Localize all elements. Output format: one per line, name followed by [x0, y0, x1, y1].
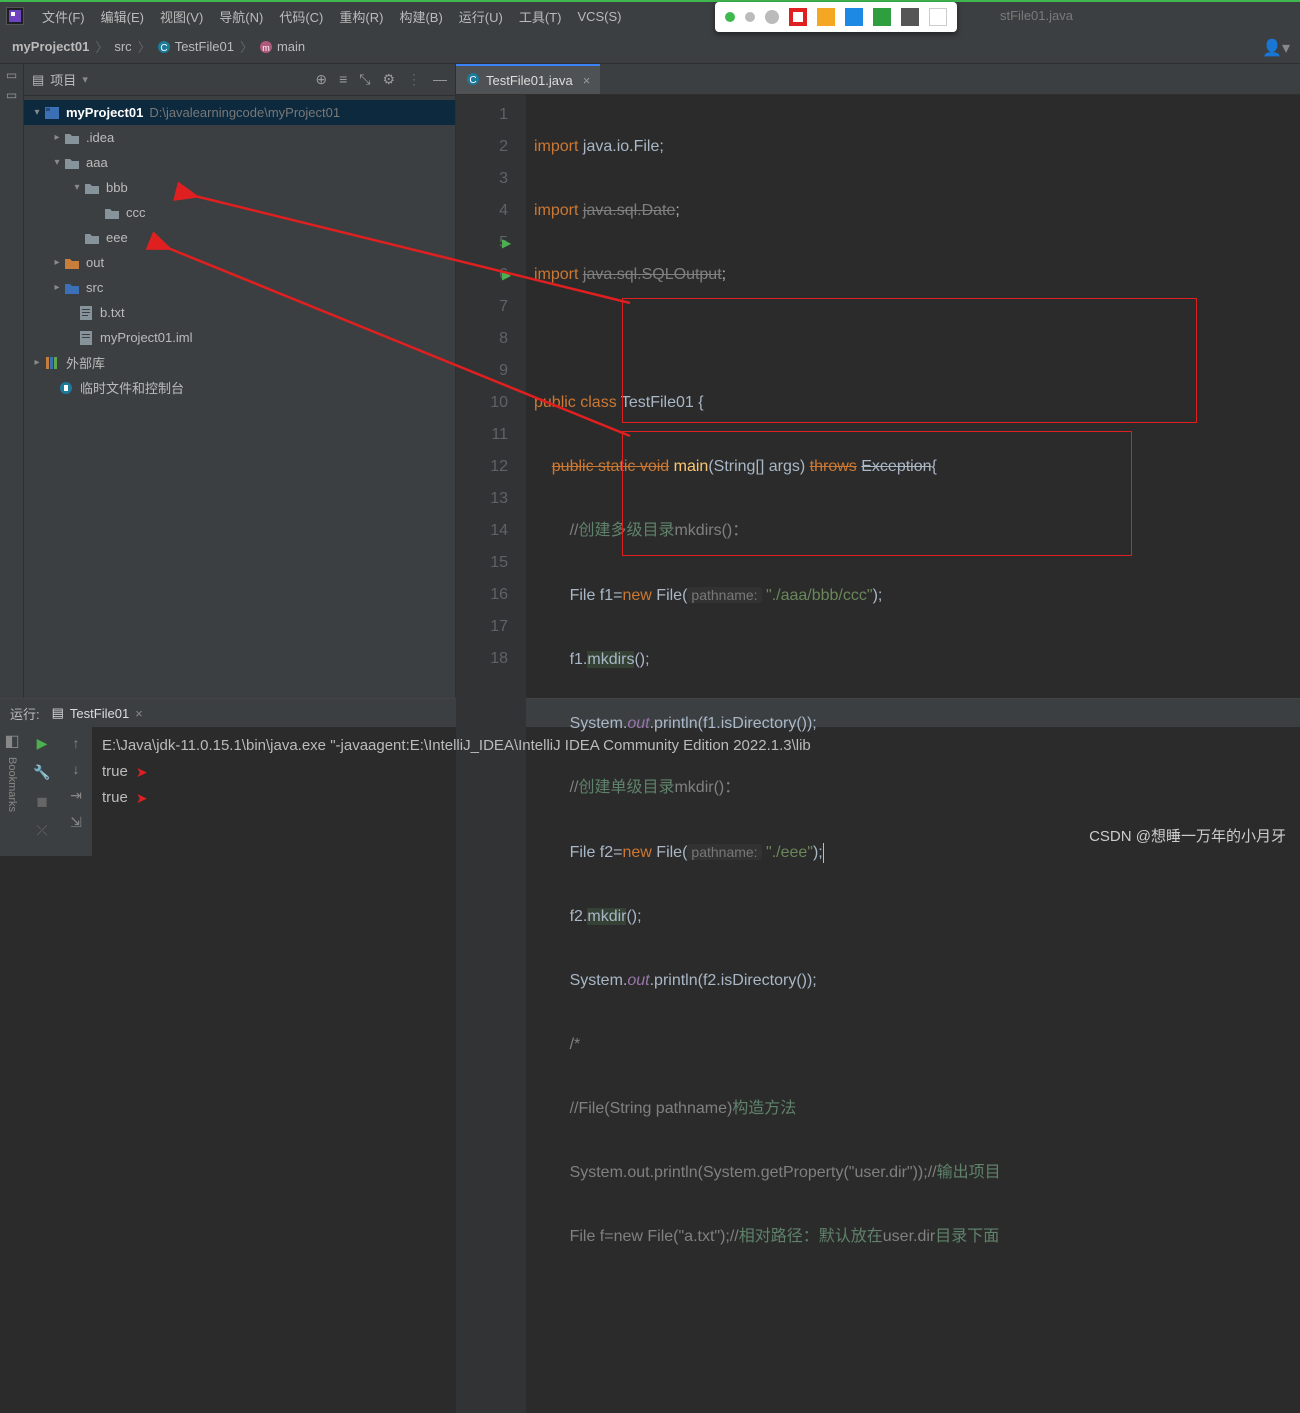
- project-title[interactable]: ▤ 项目 ▾: [32, 70, 315, 89]
- tree-bbb[interactable]: ▾bbb: [24, 175, 455, 200]
- folder-icon: [84, 180, 100, 196]
- annotation-arrow-icon: ➤: [136, 785, 148, 811]
- tree-extlib[interactable]: ▸外部库: [24, 350, 455, 375]
- rerun-icon[interactable]: ▶: [37, 735, 48, 752]
- folder-icon: [64, 130, 80, 146]
- run-label: 运行:: [10, 704, 40, 723]
- dropdown-icon[interactable]: ▾: [82, 73, 88, 86]
- main-menu-bar: 文件(F) 编辑(E) 视图(V) 导航(N) 代码(C) 重构(R) 构建(B…: [0, 0, 1300, 30]
- menu-code[interactable]: 代码(C): [271, 7, 331, 26]
- close-icon[interactable]: ×: [583, 73, 591, 88]
- project-tree[interactable]: ▾ myProject01D:\javalearningcode\myProje…: [24, 96, 455, 698]
- tree-ccc[interactable]: ccc: [24, 200, 455, 225]
- menu-view[interactable]: 视图(V): [152, 7, 211, 26]
- menu-refactor[interactable]: 重构(R): [331, 7, 391, 26]
- svg-text:m: m: [262, 43, 270, 53]
- run-gutter-icon[interactable]: ▶: [502, 227, 511, 259]
- tree-eee[interactable]: eee: [24, 225, 455, 250]
- app-logo-icon: [6, 7, 24, 25]
- expand-icon[interactable]: ≡: [339, 71, 347, 88]
- tree-iml[interactable]: myProject01.iml: [24, 325, 455, 350]
- annotation-toolbar[interactable]: [715, 2, 957, 32]
- module-icon: [44, 105, 60, 121]
- palette-dot-gray1[interactable]: [745, 12, 755, 22]
- up-icon[interactable]: ↑: [73, 735, 80, 751]
- lib-icon: [44, 355, 60, 371]
- exit-icon[interactable]: ⤫: [36, 822, 47, 839]
- menu-vcs[interactable]: VCS(S): [569, 9, 629, 24]
- palette-sq-red[interactable]: [789, 8, 807, 26]
- method-icon: m: [259, 40, 273, 54]
- watermark: CSDN @想睡一万年的小月牙: [1089, 824, 1286, 850]
- user-icon[interactable]: 👤▾: [1262, 38, 1290, 58]
- menu-tools[interactable]: 工具(T): [511, 7, 570, 26]
- run-gutter-icon[interactable]: ▶: [502, 259, 511, 291]
- close-icon[interactable]: ×: [135, 706, 143, 721]
- tree-root[interactable]: ▾ myProject01D:\javalearningcode\myProje…: [24, 100, 455, 125]
- class-icon: C: [466, 72, 480, 89]
- file-icon: [78, 305, 94, 321]
- breadcrumb-class[interactable]: CTestFile01: [157, 39, 234, 54]
- file-icon: [78, 330, 94, 346]
- tree-idea[interactable]: ▸.idea: [24, 125, 455, 150]
- folder-icon: [84, 230, 100, 246]
- left-tool-strip-bottom: ◧ Bookmarks: [0, 727, 24, 856]
- run-tab[interactable]: ▤ TestFile01 ×: [52, 705, 143, 721]
- folder-icon: [64, 155, 80, 171]
- breadcrumb-method[interactable]: mmain: [259, 39, 305, 54]
- background-tab-text: stFile01.java: [1000, 8, 1073, 23]
- collapse-icon[interactable]: ⤡: [359, 71, 370, 88]
- breadcrumb: myProject01 〉 src 〉 CTestFile01 〉 mmain: [0, 30, 1300, 64]
- tree-out[interactable]: ▸out: [24, 250, 455, 275]
- bookmark-icon[interactable]: ◧: [4, 731, 19, 751]
- project-view-icon: ▤: [32, 72, 44, 88]
- svg-text:C: C: [160, 43, 167, 54]
- menu-file[interactable]: 文件(F): [34, 7, 93, 26]
- tree-src[interactable]: ▸src: [24, 275, 455, 300]
- tree-aaa[interactable]: ▾aaa: [24, 150, 455, 175]
- breadcrumb-src[interactable]: src: [114, 39, 131, 54]
- run-config-icon: ▤: [52, 705, 64, 721]
- editor: C TestFile01.java × 1234 5▶ 6▶ 789101112…: [456, 64, 1300, 698]
- stop-icon[interactable]: 🔧: [33, 764, 50, 781]
- palette-sq-white[interactable]: [929, 8, 947, 26]
- export-icon[interactable]: ⇲: [70, 814, 82, 831]
- palette-dot-gray2[interactable]: [765, 10, 779, 24]
- menu-nav[interactable]: 导航(N): [211, 7, 271, 26]
- down-icon[interactable]: ↓: [73, 761, 80, 777]
- class-icon: C: [157, 40, 171, 54]
- palette-sq-green[interactable]: [873, 8, 891, 26]
- menu-run[interactable]: 运行(U): [451, 7, 511, 26]
- folder-icon: [104, 205, 120, 221]
- run-actions: ▶ 🔧 ◼ ⤫: [24, 727, 60, 856]
- structure-icon[interactable]: ▭: [6, 68, 17, 82]
- inline-hint: pathname:: [687, 587, 761, 603]
- settings-icon[interactable]: ⚙: [382, 71, 395, 88]
- hide-icon[interactable]: —: [433, 71, 447, 88]
- palette-sq-orange[interactable]: [817, 8, 835, 26]
- project-tool-window: ▤ 项目 ▾ ⊕ ≡ ⤡ ⚙ ⋮ — ▾ myProject01D:\javal…: [24, 64, 456, 698]
- tab-testfile01[interactable]: C TestFile01.java ×: [456, 64, 600, 94]
- editor-tabs: C TestFile01.java ×: [456, 64, 1300, 95]
- folder-icon: [64, 255, 80, 271]
- dump-icon[interactable]: ◼: [36, 793, 48, 810]
- menu-edit[interactable]: 编辑(E): [93, 7, 152, 26]
- menu-build[interactable]: 构建(B): [391, 7, 450, 26]
- locate-icon[interactable]: ⊕: [315, 71, 327, 88]
- palette-sq-blue[interactable]: [845, 8, 863, 26]
- svg-text:C: C: [469, 75, 476, 86]
- left-tool-strip: ▭ ▭: [0, 64, 24, 698]
- project-icon[interactable]: ▭: [6, 88, 17, 102]
- palette-sq-dark[interactable]: [901, 8, 919, 26]
- folder-icon: [64, 280, 80, 296]
- tree-scratch[interactable]: 临时文件和控制台: [24, 375, 455, 400]
- console-output[interactable]: E:\Java\jdk-11.0.15.1\bin\java.exe "-jav…: [92, 727, 1300, 856]
- scratch-icon: [58, 380, 74, 396]
- wrap-icon[interactable]: ⇥: [70, 787, 82, 804]
- palette-dot-green[interactable]: [725, 12, 735, 22]
- tree-btxt[interactable]: b.txt: [24, 300, 455, 325]
- breadcrumb-project[interactable]: myProject01: [12, 39, 89, 54]
- console-actions: ↑ ↓ ⇥ ⇲: [60, 727, 92, 856]
- annotation-arrow-icon: ➤: [136, 759, 148, 785]
